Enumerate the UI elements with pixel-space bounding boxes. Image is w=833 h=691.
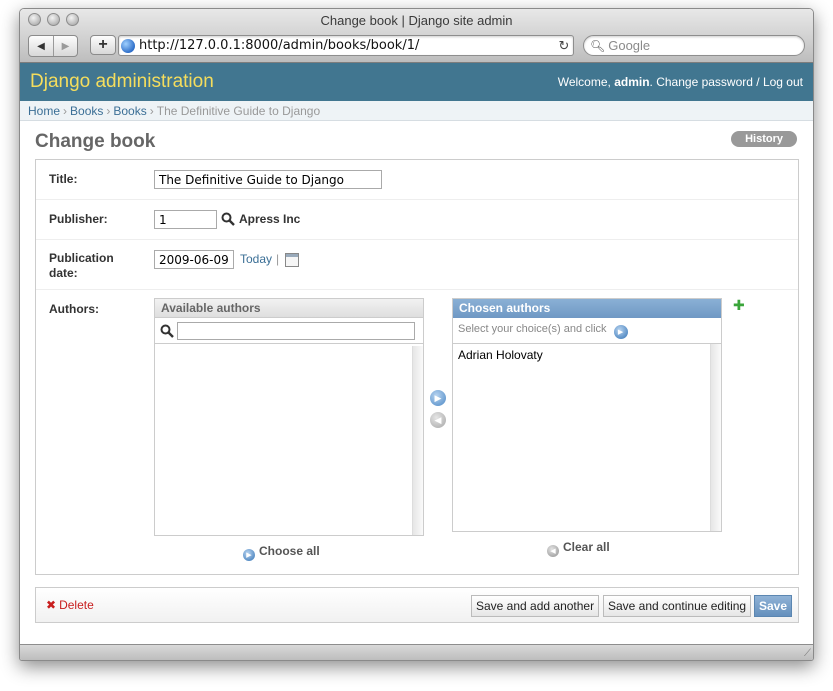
clear-all-link[interactable]: ◀ Clear all bbox=[547, 540, 610, 557]
resize-grip-icon[interactable]: ⟋ bbox=[804, 648, 811, 659]
username: admin bbox=[614, 75, 650, 89]
available-filter-row bbox=[155, 318, 423, 344]
save-button[interactable]: Save bbox=[754, 595, 793, 617]
chosen-help-arrow-icon: ▶ bbox=[613, 325, 628, 339]
choose-all-link[interactable]: ▶ Choose all bbox=[243, 544, 320, 561]
lookup-search-icon[interactable] bbox=[221, 212, 235, 226]
add-arrow-icon[interactable]: ▶ bbox=[430, 390, 446, 406]
filter-search-icon bbox=[160, 324, 174, 338]
user-tools-separator: / bbox=[752, 75, 763, 89]
chosen-authors-box: Chosen authors Select your choice(s) and… bbox=[452, 298, 722, 532]
available-scrollbar[interactable] bbox=[412, 346, 423, 535]
publisher-row: Publisher: 1 Apress Inc bbox=[36, 200, 798, 240]
url-text[interactable]: http://127.0.0.1:8000/admin/books/book/1… bbox=[139, 38, 555, 53]
calendar-icon[interactable] bbox=[285, 253, 299, 267]
forward-icon[interactable]: ▶ bbox=[53, 36, 77, 56]
page: Django administration Welcome, admin. Ch… bbox=[20, 63, 813, 646]
publication-date-label: Publication date: bbox=[49, 251, 114, 280]
search-icon: 🔍︎ bbox=[590, 38, 606, 53]
user-tools: Welcome, admin. Change password / Log ou… bbox=[557, 75, 803, 89]
publisher-id-input[interactable]: 1 bbox=[154, 210, 217, 229]
remove-arrow-icon[interactable]: ◀ bbox=[430, 412, 446, 428]
history-button[interactable]: History bbox=[731, 131, 797, 147]
admin-header: Django administration Welcome, admin. Ch… bbox=[20, 63, 813, 101]
chosen-help-row: Select your choice(s) and click ▶ bbox=[453, 318, 721, 344]
browser-chrome: Change book | Django site admin ◀ ▶ + ht… bbox=[20, 9, 813, 63]
breadcrumb-separator: › bbox=[149, 104, 154, 118]
title-input[interactable]: The Definitive Guide to Django bbox=[154, 170, 382, 189]
add-bookmark-icon[interactable]: + bbox=[90, 35, 116, 55]
title-row: Title: The Definitive Guide to Django bbox=[36, 160, 798, 200]
available-filter-input[interactable] bbox=[177, 322, 415, 340]
breadcrumb-separator: › bbox=[63, 104, 68, 118]
search-placeholder: Google bbox=[608, 38, 651, 53]
publication-date-input[interactable]: 2009-06-09 bbox=[154, 250, 234, 269]
chosen-authors-title: Chosen authors bbox=[453, 299, 721, 318]
clear-all-icon: ◀ bbox=[547, 545, 559, 557]
available-authors-title: Available authors bbox=[155, 299, 423, 318]
submit-row: ✖ Delete Save and add another Save and co… bbox=[35, 587, 799, 623]
nav-buttons: ◀ ▶ bbox=[28, 35, 78, 57]
available-authors-list[interactable] bbox=[155, 346, 423, 535]
reload-icon[interactable]: ↻ bbox=[555, 38, 573, 54]
chosen-authors-list[interactable]: Adrian Holovaty bbox=[453, 344, 721, 531]
chosen-author-option[interactable]: Adrian Holovaty bbox=[453, 344, 721, 366]
available-authors-box: Available authors bbox=[154, 298, 424, 536]
title-label: Title: bbox=[49, 172, 78, 186]
search-field[interactable]: 🔍︎ Google bbox=[583, 35, 805, 56]
book-form-fieldset: Title: The Definitive Guide to Django Pu… bbox=[35, 159, 799, 575]
today-link[interactable]: Today bbox=[240, 252, 272, 266]
add-author-icon[interactable]: ✚ bbox=[733, 297, 745, 314]
breadcrumb-books-model[interactable]: Books bbox=[113, 104, 146, 118]
choose-all-icon: ▶ bbox=[243, 549, 255, 561]
status-bar: ⟋ bbox=[20, 644, 813, 660]
browser-window: Change book | Django site admin ◀ ▶ + ht… bbox=[19, 8, 814, 661]
logout-link[interactable]: Log out bbox=[763, 75, 803, 89]
breadcrumb-books-app[interactable]: Books bbox=[70, 104, 103, 118]
page-title: Change book bbox=[35, 131, 156, 152]
breadcrumb-current: The Definitive Guide to Django bbox=[156, 104, 321, 118]
globe-icon bbox=[121, 38, 135, 53]
breadcrumb: Home › Books › Books › The Definitive Guide to… bbox=[20, 101, 813, 121]
change-password-link[interactable]: Change password bbox=[656, 75, 753, 89]
authors-label: Authors: bbox=[49, 302, 99, 316]
welcome-text: Welcome, bbox=[557, 75, 615, 89]
publication-date-row: Publication date: 2009-06-09 Today | bbox=[36, 240, 798, 290]
chosen-help-text: Select your choice(s) and click bbox=[458, 323, 607, 335]
breadcrumb-home[interactable]: Home bbox=[28, 104, 60, 118]
publisher-name: Apress Inc bbox=[239, 212, 301, 226]
today-separator: | bbox=[276, 252, 280, 266]
save-and-continue-button[interactable]: Save and continue editing bbox=[603, 595, 752, 617]
save-and-add-another-button[interactable]: Save and add another bbox=[471, 595, 600, 617]
delete-link[interactable]: ✖ Delete bbox=[46, 598, 94, 612]
delete-icon: ✖ bbox=[46, 598, 57, 612]
publisher-label: Publisher: bbox=[49, 212, 108, 226]
chosen-scrollbar[interactable] bbox=[710, 344, 721, 531]
address-bar[interactable]: http://127.0.0.1:8000/admin/books/book/1… bbox=[118, 35, 574, 56]
back-icon[interactable]: ◀ bbox=[29, 36, 53, 56]
site-brand[interactable]: Django administration bbox=[30, 71, 214, 93]
breadcrumb-separator: › bbox=[106, 104, 111, 118]
window-title: Change book | Django site admin bbox=[320, 13, 513, 28]
authors-row: Authors: Available authors ▶ Choose all … bbox=[36, 290, 798, 576]
